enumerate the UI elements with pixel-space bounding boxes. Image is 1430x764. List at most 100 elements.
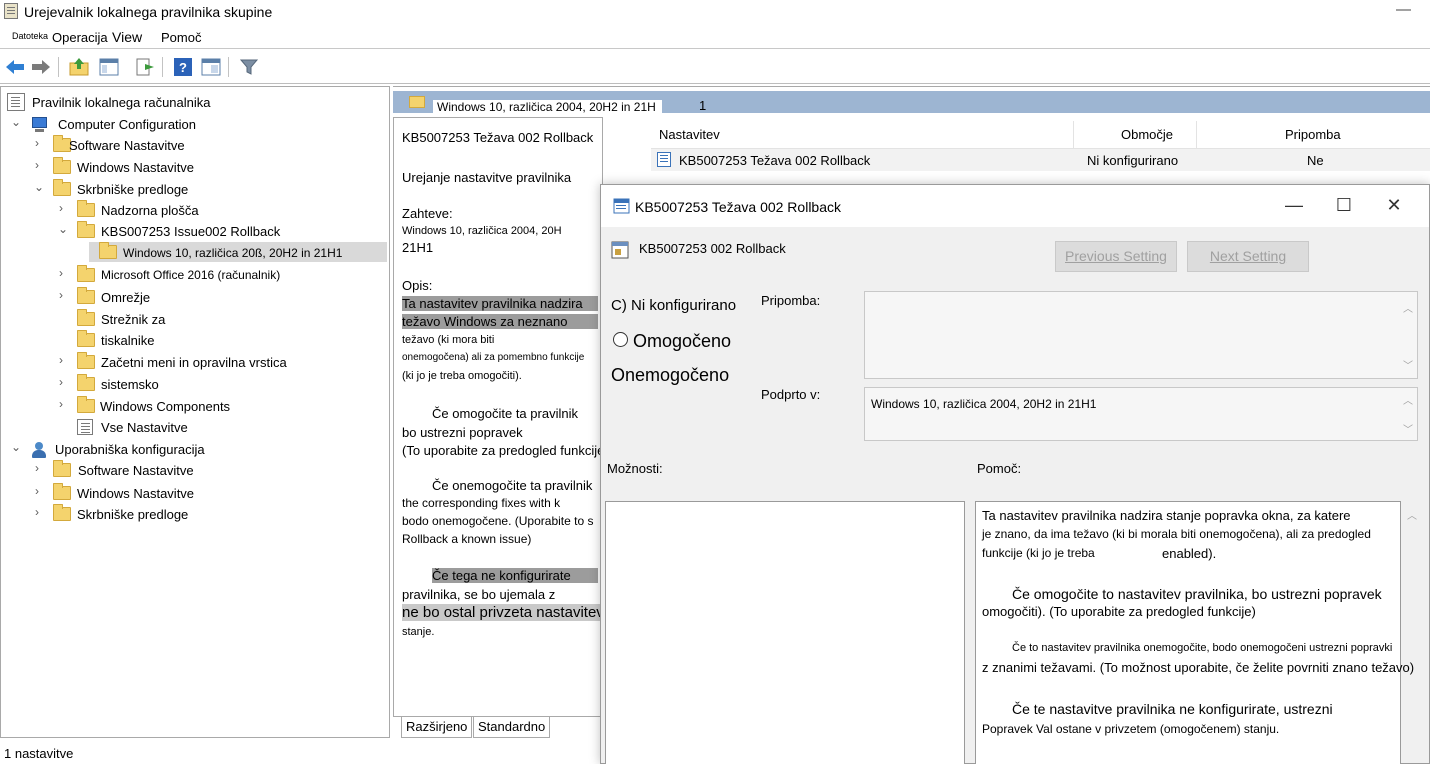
chevron-right-icon[interactable]: › — [59, 266, 71, 286]
view-tabs: Razširjeno Standardno — [393, 717, 603, 739]
tab-standard[interactable]: Standardno — [473, 717, 551, 738]
next-setting-button[interactable]: Next Setting — [1187, 241, 1309, 272]
chevron-right-icon[interactable]: › — [35, 461, 47, 481]
chevron-right-icon[interactable]: › — [35, 484, 47, 504]
radio-disabled-label[interactable]: Onemogočeno — [611, 365, 729, 386]
folder-icon — [77, 352, 95, 369]
row-comment: Ne — [1307, 153, 1324, 168]
window-title: Urejevalnik lokalnega pravilnika skupine — [24, 4, 273, 20]
chevron-right-icon[interactable]: › — [59, 201, 71, 221]
table-row[interactable]: KB5007253 Težava 002 Rollback Ni konfigu… — [651, 149, 1430, 171]
folder-icon — [77, 330, 95, 347]
menu-action[interactable]: Operacija — [52, 30, 108, 45]
details-header: Windows 10, različica 2004, 20H2 in 21H … — [393, 91, 1430, 114]
chevron-right-icon[interactable]: › — [59, 353, 71, 373]
forward-arrow-icon[interactable] — [30, 56, 52, 78]
all-settings-icon — [77, 419, 93, 435]
tree-win10-folder[interactable]: Windows 10, različica 20ß, 20H2 in 21H1 — [1, 242, 389, 262]
desc-text: the corresponding fixes with k — [402, 496, 561, 510]
help-text: enabled). — [1162, 546, 1217, 561]
supported-on-field: Windows 10, različica 2004, 20H2 in 21H1… — [864, 387, 1418, 441]
menu-file[interactable]: Datoteka — [12, 31, 48, 41]
tab-extended[interactable]: Razširjeno — [401, 717, 473, 738]
minimize-button[interactable]: — — [1396, 1, 1411, 18]
folder-icon — [99, 242, 117, 259]
desc-text: Rollback a known issue) — [402, 532, 532, 546]
column-comment[interactable]: Pripomba — [1285, 127, 1341, 142]
scroll-down-icon[interactable]: ﹀ — [1403, 357, 1413, 372]
desc-text: ne bo ostal privzeta nastavitev Omogoči — [402, 604, 603, 621]
help-label: Pomoč: — [977, 461, 1022, 476]
menu-help[interactable]: Pomoč — [161, 30, 201, 45]
folder-icon — [53, 504, 71, 521]
radio-enabled-label[interactable]: Omogočeno — [633, 331, 731, 352]
help-scroll-up-icon[interactable]: ︿ — [1407, 507, 1417, 522]
up-folder-icon[interactable] — [68, 56, 90, 78]
desc-text: (To uporabite za predogled funkcije) — [402, 443, 603, 458]
radio-enabled-button[interactable] — [613, 332, 628, 347]
chevron-down-icon[interactable]: ⌄ — [11, 115, 23, 135]
folder-icon — [53, 483, 71, 500]
chevron-down-icon[interactable]: ⌄ — [58, 222, 70, 242]
back-arrow-icon[interactable] — [4, 56, 26, 78]
desc-text: stanje. — [402, 626, 435, 638]
chevron-right-icon[interactable]: › — [59, 288, 71, 308]
chevron-right-icon[interactable]: › — [59, 397, 71, 417]
scroll-up-icon[interactable]: ︿ — [1403, 392, 1413, 407]
options-label: Možnosti: — [607, 461, 663, 476]
desc-requirements-value-2: 21H1 — [402, 240, 434, 255]
help-text: je znano, da ima težavo (ki bi morala bi… — [982, 527, 1371, 541]
folder-icon — [53, 460, 71, 477]
toolbar: ? — [0, 51, 1430, 84]
folder-icon — [77, 287, 95, 304]
menu-view[interactable]: View — [112, 29, 142, 45]
properties-icon[interactable] — [200, 56, 222, 78]
tree-pane: Pravilnik lokalnega računalnika ⌄ Comput… — [0, 86, 390, 738]
help-text: Ta nastavitev pravilnika nadzira stanje … — [982, 508, 1351, 523]
chevron-right-icon[interactable]: › — [59, 375, 71, 395]
desc-text: težavo (ki mora biti — [402, 334, 495, 346]
status-text: 1 nastavitve — [4, 746, 74, 761]
column-state[interactable]: Območje — [1121, 127, 1173, 142]
minimize-button[interactable]: — — [1279, 193, 1309, 217]
chevron-right-icon[interactable]: › — [35, 136, 47, 156]
policy-setting-icon — [613, 198, 630, 214]
close-button[interactable]: ✕ — [1379, 193, 1409, 217]
help-icon[interactable]: ? — [172, 56, 194, 78]
maximize-button[interactable]: ☐ — [1329, 193, 1359, 217]
details-header-number: 1 — [699, 98, 707, 113]
row-setting-name: KB5007253 Težava 002 Rollback — [679, 153, 871, 168]
column-setting[interactable]: Nastavitev — [659, 127, 720, 142]
chevron-right-icon[interactable]: › — [35, 505, 47, 525]
show-hide-tree-icon[interactable] — [98, 56, 120, 78]
desc-title: KB5007253 Težava 002 Rollback — [402, 130, 594, 145]
svg-text:?: ? — [179, 60, 187, 75]
chevron-down-icon[interactable]: ⌄ — [34, 180, 46, 200]
folder-icon — [77, 309, 95, 326]
scroll-down-icon[interactable]: ﹀ — [1403, 421, 1413, 436]
desc-text: Če omogočite ta pravilnik — [432, 406, 578, 421]
help-text: Popravek Val ostane v privzetem (omogoče… — [982, 722, 1280, 736]
folder-icon — [53, 157, 71, 174]
help-text: Če te nastavitve pravilnika ne konfiguri… — [1012, 701, 1333, 717]
export-list-icon[interactable] — [134, 56, 156, 78]
filter-icon[interactable] — [238, 56, 260, 78]
radio-not-configured[interactable]: C) Ni konfigurirano — [611, 297, 736, 314]
desc-text: težavo Windows za neznano — [402, 314, 598, 329]
desc-description-label: Opis: — [402, 278, 433, 293]
desc-edit-link[interactable]: Urejanje nastavitve pravilnika — [402, 170, 571, 185]
help-text: funkcije (ki jo je treba — [982, 546, 1095, 560]
chevron-right-icon[interactable]: › — [35, 158, 47, 178]
setting-icon — [611, 241, 629, 259]
help-text: omogočiti). (To uporabite za predogled f… — [982, 604, 1256, 619]
help-text: z znanimi težavami. (To možnost uporabit… — [982, 660, 1415, 675]
settings-list-header: Nastavitev Območje Pripomba — [651, 121, 1430, 149]
chevron-down-icon[interactable]: ⌄ — [11, 440, 23, 460]
title-bar: Urejevalnik lokalnega pravilnika skupine… — [0, 0, 1430, 24]
scroll-up-icon[interactable]: ︿ — [1403, 300, 1413, 315]
comment-field[interactable]: ︿ ﹀ — [864, 291, 1418, 379]
folder-icon — [409, 96, 425, 108]
folder-icon — [77, 374, 95, 391]
desc-requirements-value: Windows 10, različica 2004, 20H — [402, 225, 562, 237]
previous-setting-button[interactable]: Previous Setting — [1055, 241, 1177, 272]
